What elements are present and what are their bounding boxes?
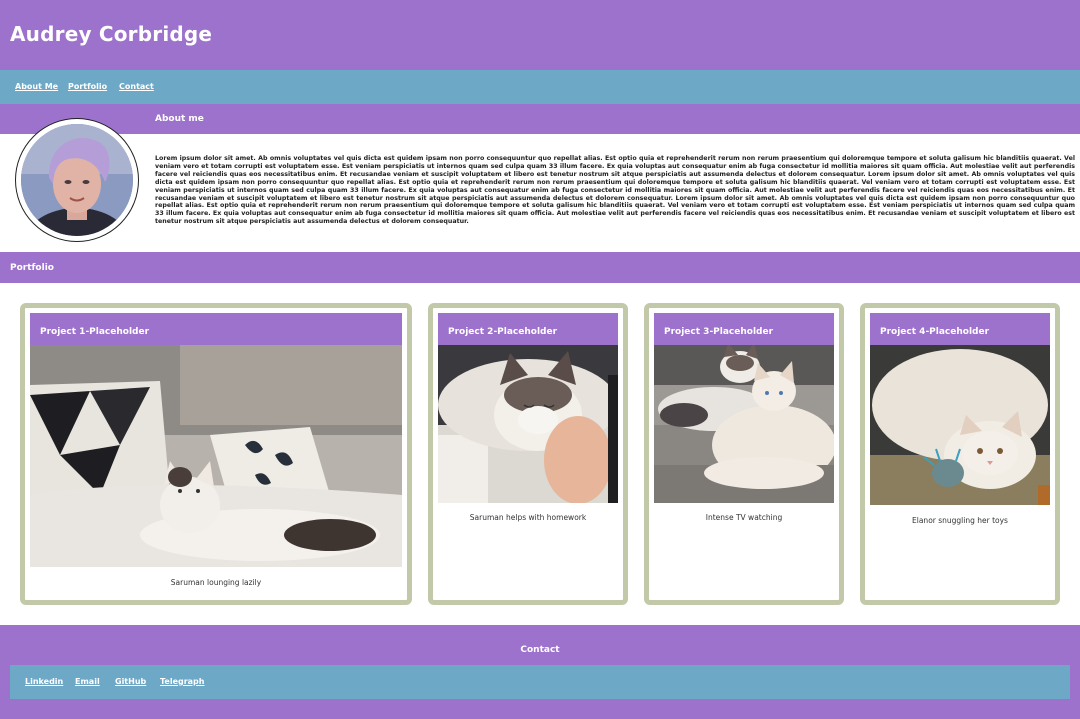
cat-photo-icon — [438, 345, 618, 503]
about-text: Lorem ipsum dolor sit amet. Ab omnis vol… — [155, 155, 1075, 226]
project-title: Project 3-Placeholder — [664, 327, 774, 337]
linkedin-link[interactable]: Linkedin — [25, 677, 63, 686]
project-caption: Saruman helps with homework — [469, 513, 587, 522]
main-nav: About Me Portfolio Contact — [0, 70, 1080, 104]
project-card-1[interactable]: Project 1-Placeholder Saruman lounging l… — [20, 303, 412, 605]
project-card-2[interactable]: Project 2-Placeholder Saruman helps with… — [428, 303, 628, 605]
project-title-bar: Project 3-Placeholder — [654, 313, 834, 345]
project-caption: Intense TV watching — [705, 513, 783, 522]
project-title-bar: Project 2-Placeholder — [438, 313, 618, 345]
about-section-header: About me — [0, 104, 1080, 134]
contact-links-bar: Linkedin Email GitHub Telegraph — [10, 665, 1070, 699]
cat-photo-icon — [654, 345, 834, 503]
cat-photo-icon — [870, 345, 1050, 505]
project-title: Project 1-Placeholder — [40, 327, 150, 337]
avatar — [15, 118, 139, 242]
project-title-bar: Project 4-Placeholder — [870, 313, 1050, 345]
project-caption: Saruman lounging lazily — [170, 578, 262, 587]
about-heading: About me — [155, 114, 204, 124]
project-caption: Elanor snuggling her toys — [912, 516, 1008, 525]
email-link[interactable]: Email — [75, 677, 100, 686]
portfolio-heading: Portfolio — [10, 263, 54, 273]
telegraph-link[interactable]: Telegraph — [160, 677, 204, 686]
project-title: Project 2-Placeholder — [448, 327, 558, 337]
github-link[interactable]: GitHub — [115, 677, 146, 686]
project-title: Project 4-Placeholder — [880, 327, 990, 337]
nav-link-portfolio[interactable]: Portfolio — [68, 82, 107, 91]
site-footer: Contact Linkedin Email GitHub Telegraph — [0, 625, 1080, 719]
nav-link-contact[interactable]: Contact — [119, 82, 154, 91]
site-header: Audrey Corbridge — [0, 0, 1080, 70]
contact-heading: Contact — [520, 645, 560, 655]
site-title: Audrey Corbridge — [10, 22, 213, 46]
cat-photo-icon — [30, 345, 402, 567]
nav-link-about[interactable]: About Me — [15, 82, 58, 91]
project-card-3[interactable]: Project 3-Placeholder Intense TV watchin… — [644, 303, 844, 605]
project-card-4[interactable]: Project 4-Placeholder Elanor snuggling h… — [860, 303, 1060, 605]
project-title-bar: Project 1-Placeholder — [30, 313, 402, 345]
profile-photo-icon — [21, 124, 133, 236]
portfolio-section-header: Portfolio — [0, 252, 1080, 283]
